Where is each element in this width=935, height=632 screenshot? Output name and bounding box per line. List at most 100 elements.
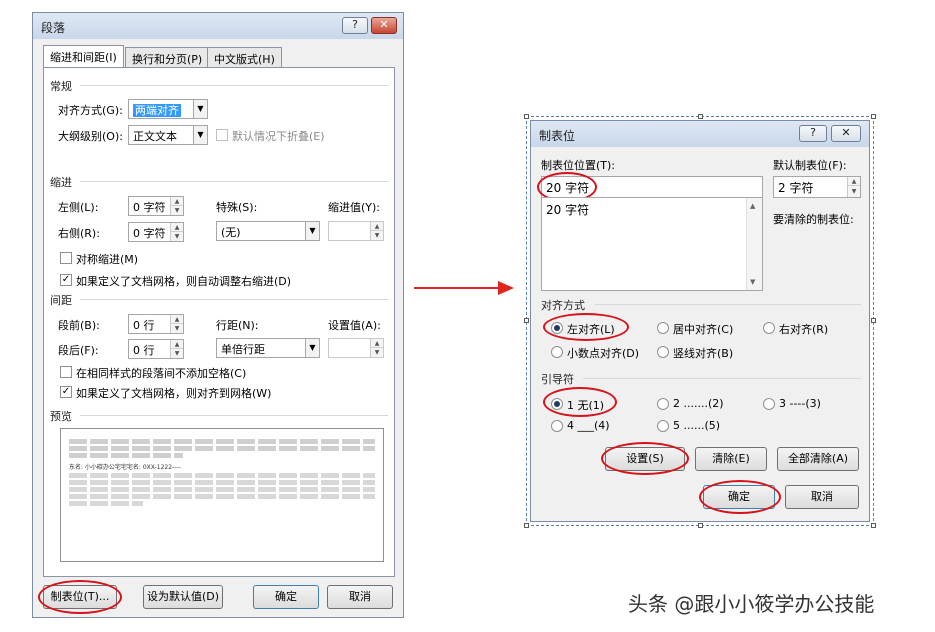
default-tab-spinner[interactable]: 2 字符 ▲ ▼ <box>773 176 861 198</box>
line-spacing-combo[interactable]: 单倍行距 ▼ <box>216 338 320 358</box>
clear-button[interactable]: 清除(E) <box>695 447 767 471</box>
radio-leader-dashes[interactable] <box>763 398 775 410</box>
radio-align-bar[interactable] <box>657 346 669 358</box>
tab-stop-list[interactable]: 20 字符 ▲ ▼ <box>541 197 763 291</box>
spin-buttons[interactable]: ▲ ▼ <box>170 197 183 215</box>
cancel-label: 取消 <box>811 490 833 503</box>
chevron-down-icon[interactable]: ▼ <box>305 339 319 357</box>
indent-right-value: 0 字符 <box>133 227 166 240</box>
special-indent-label: 特殊(S): <box>216 201 258 214</box>
space-after-spinner[interactable]: 0 行 ▲ ▼ <box>128 339 184 359</box>
spin-buttons[interactable]: ▲ ▼ <box>370 222 383 240</box>
indent-left-value: 0 字符 <box>133 201 166 214</box>
radio-leader-underline[interactable] <box>551 420 563 432</box>
divider <box>595 304 861 305</box>
close-button[interactable]: ✕ <box>831 125 861 142</box>
space-before-value: 0 行 <box>133 319 155 332</box>
space-after-value: 0 行 <box>133 344 155 357</box>
resize-handle[interactable] <box>871 523 876 528</box>
no-space-checkbox[interactable] <box>60 366 72 378</box>
spin-down-icon[interactable]: ▼ <box>171 324 183 333</box>
resize-handle[interactable] <box>524 318 529 323</box>
scroll-down-icon[interactable]: ▼ <box>750 278 755 286</box>
cancel-button[interactable]: 取消 <box>327 585 393 609</box>
radio-align-center[interactable] <box>657 322 669 334</box>
watermark: 头条 @跟小小筱学办公技能 <box>628 592 875 616</box>
space-before-spinner[interactable]: 0 行 ▲ ▼ <box>128 314 184 334</box>
tab-label: 换行和分页(P) <box>132 53 203 66</box>
ok-button[interactable]: 确定 <box>253 585 319 609</box>
radio-align-decimal[interactable] <box>551 346 563 358</box>
chevron-down-icon[interactable]: ▼ <box>193 100 207 118</box>
outline-level-combo[interactable]: 正文文本 ▼ <box>128 125 208 145</box>
clear-all-button[interactable]: 全部清除(A) <box>777 447 859 471</box>
paragraph-dialog-titlebar: 段落 ? ✕ <box>33 13 403 39</box>
spin-down-icon[interactable]: ▼ <box>171 232 183 241</box>
indent-by-label: 缩进值(Y): <box>328 201 381 214</box>
spin-up-icon[interactable]: ▲ <box>371 339 383 348</box>
preview-line <box>69 453 183 458</box>
special-indent-value: (无) <box>221 226 241 239</box>
resize-handle[interactable] <box>524 114 529 119</box>
indent-by-spinner[interactable]: ▲ ▼ <box>328 221 384 241</box>
tab-indent-spacing[interactable]: 缩进和间距(I) <box>43 45 124 67</box>
outline-level-label: 大纲级别(O): <box>58 130 123 143</box>
space-after-label: 段后(F): <box>58 344 99 357</box>
set-default-label: 设为默认值(D) <box>146 590 220 603</box>
radio-leader-middle-dots[interactable] <box>657 420 669 432</box>
tab-stop-list-item[interactable]: 20 字符 <box>546 203 589 217</box>
spin-buttons[interactable]: ▲ ▼ <box>847 177 860 197</box>
spin-buttons[interactable]: ▲ ▼ <box>170 340 183 358</box>
scroll-up-icon[interactable]: ▲ <box>750 202 755 210</box>
divider <box>80 415 388 416</box>
spin-down-icon[interactable]: ▼ <box>371 348 383 357</box>
spacing-at-spinner[interactable]: ▲ ▼ <box>328 338 384 358</box>
chevron-down-icon[interactable]: ▼ <box>193 126 207 144</box>
spin-up-icon[interactable]: ▲ <box>371 222 383 231</box>
auto-adjust-checkbox[interactable]: ✓ <box>60 274 72 286</box>
resize-handle[interactable] <box>524 523 529 528</box>
spin-down-icon[interactable]: ▼ <box>848 187 860 196</box>
help-button[interactable]: ? <box>799 125 827 142</box>
snap-grid-checkbox[interactable]: ✓ <box>60 386 72 398</box>
radio-leader-dots[interactable] <box>657 398 669 410</box>
spin-down-icon[interactable]: ▼ <box>371 231 383 240</box>
chevron-down-icon[interactable]: ▼ <box>305 222 319 240</box>
spin-down-icon[interactable]: ▼ <box>171 206 183 215</box>
indent-left-spinner[interactable]: 0 字符 ▲ ▼ <box>128 196 184 216</box>
spin-up-icon[interactable]: ▲ <box>171 315 183 324</box>
spin-buttons[interactable]: ▲ ▼ <box>170 223 183 241</box>
tab-line-page-breaks[interactable]: 换行和分页(P) <box>125 47 210 67</box>
spin-down-icon[interactable]: ▼ <box>171 349 183 358</box>
spin-up-icon[interactable]: ▲ <box>171 340 183 349</box>
close-button[interactable]: ✕ <box>371 17 397 34</box>
help-button[interactable]: ? <box>342 17 368 34</box>
cancel-label: 取消 <box>349 590 371 603</box>
preview-sample-text: 东名: 小小碳办公宅宅宅名: 0XX-1222---- <box>69 464 181 471</box>
spin-up-icon[interactable]: ▲ <box>171 197 183 206</box>
radio-align-center-label: 居中对齐(C) <box>673 323 734 336</box>
indent-right-spinner[interactable]: 0 字符 ▲ ▼ <box>128 222 184 242</box>
scrollbar[interactable]: ▲ ▼ <box>746 198 762 290</box>
cancel-button[interactable]: 取消 <box>785 485 859 509</box>
spin-buttons[interactable]: ▲ ▼ <box>370 339 383 357</box>
space-before-label: 段前(B): <box>58 319 100 332</box>
tab-asian-typography[interactable]: 中文版式(H) <box>207 47 282 67</box>
mirror-indent-checkbox[interactable] <box>60 252 72 264</box>
radio-align-right[interactable] <box>763 322 775 334</box>
set-default-button[interactable]: 设为默认值(D) <box>143 585 223 609</box>
spin-up-icon[interactable]: ▲ <box>848 177 860 186</box>
section-indent: 缩进 <box>50 176 72 189</box>
resize-handle[interactable] <box>698 114 703 119</box>
resize-handle[interactable] <box>871 114 876 119</box>
spin-buttons[interactable]: ▲ ▼ <box>170 315 183 333</box>
highlight-circle <box>543 387 617 417</box>
resize-handle[interactable] <box>698 523 703 528</box>
collapse-checkbox[interactable] <box>216 129 228 141</box>
spin-up-icon[interactable]: ▲ <box>171 223 183 232</box>
resize-handle[interactable] <box>871 318 876 323</box>
alignment-combo[interactable]: 两端对齐 ▼ <box>128 99 208 119</box>
preview-line <box>69 494 375 499</box>
outline-level-value: 正文文本 <box>133 130 177 143</box>
special-indent-combo[interactable]: (无) ▼ <box>216 221 320 241</box>
